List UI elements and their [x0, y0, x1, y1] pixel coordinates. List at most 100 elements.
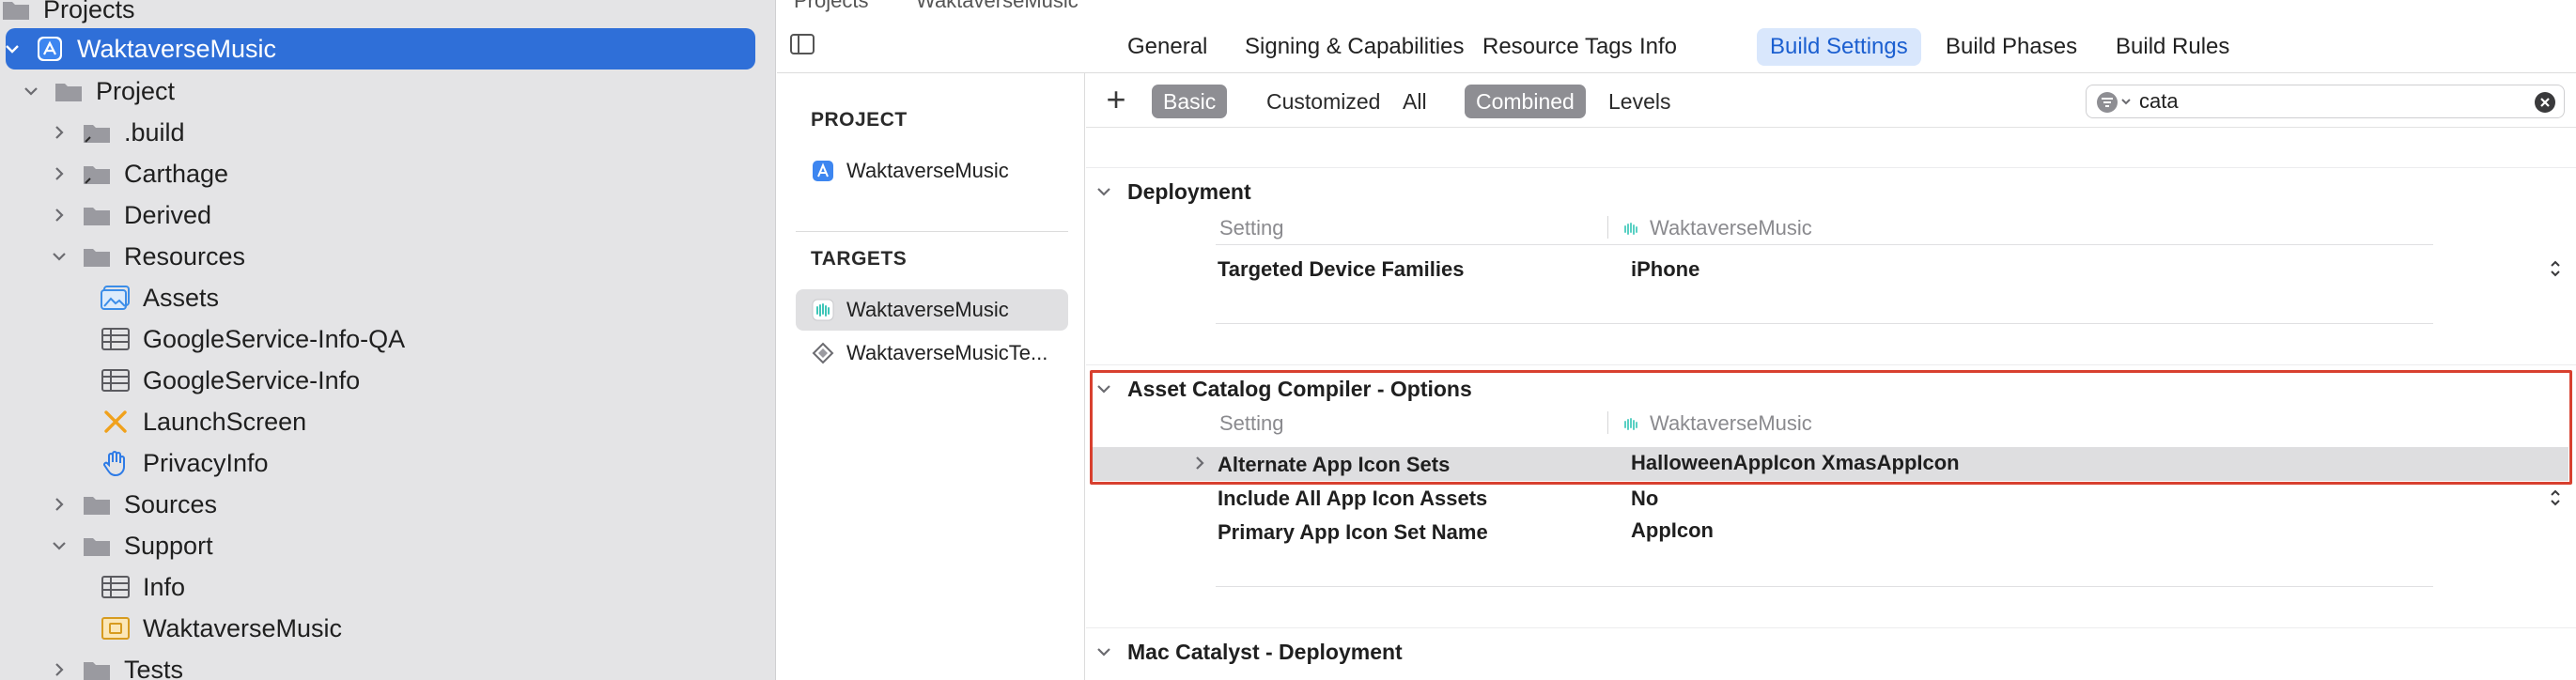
- tab-build-rules[interactable]: Build Rules: [2103, 28, 2242, 66]
- storyboard-icon: [100, 409, 132, 435]
- nav-item-carthage-folder[interactable]: Carthage: [49, 153, 228, 194]
- nav-item-label: Projects: [43, 0, 135, 23]
- popup-stepper-icon[interactable]: [2548, 487, 2563, 509]
- setting-primary-app-icon-set-name[interactable]: Primary App Icon Set Name: [1218, 520, 1488, 545]
- filter-menu-icon[interactable]: [2096, 91, 2134, 118]
- jump-bar-target[interactable]: WaktaverseMusic: [916, 0, 1079, 13]
- nav-item-info-plist[interactable]: Info: [100, 566, 185, 608]
- nav-item-build-folder[interactable]: .build: [49, 112, 185, 153]
- filter-combined-button[interactable]: Combined: [1465, 85, 1586, 118]
- jump-bar: Projects WaktaverseMusic: [777, 0, 2576, 19]
- add-setting-button[interactable]: +: [1097, 81, 1135, 118]
- column-separator: [1607, 216, 1608, 239]
- chevron-down-icon[interactable]: [49, 246, 70, 267]
- nav-item-label: Support: [124, 531, 213, 560]
- nav-item-googleservice-info[interactable]: GoogleService-Info: [100, 360, 360, 401]
- folder-icon: [81, 533, 113, 559]
- tab-general[interactable]: General: [1114, 28, 1220, 66]
- filter-all-button[interactable]: All: [1391, 85, 1438, 118]
- chevron-down-icon[interactable]: [1094, 643, 1114, 660]
- app-target-icon: [1622, 219, 1640, 238]
- nav-item-launchscreen[interactable]: LaunchScreen: [100, 401, 306, 442]
- nav-item-label: Carthage: [124, 159, 229, 188]
- app-target-icon: [811, 298, 835, 322]
- setting-targeted-device-families[interactable]: Targeted Device Families: [1218, 257, 1465, 282]
- chevron-right-icon[interactable]: [49, 494, 70, 515]
- target-item-waktaversemusic[interactable]: WaktaverseMusic: [796, 289, 1068, 331]
- nav-item-support-folder[interactable]: Support: [49, 525, 213, 566]
- tab-build-phases[interactable]: Build Phases: [1932, 28, 2090, 66]
- nav-item-label: LaunchScreen: [143, 407, 307, 436]
- folder-icon: [53, 78, 85, 104]
- chevron-down-icon[interactable]: [21, 81, 41, 101]
- divider: [1216, 244, 2433, 245]
- pane-divider: [796, 231, 1068, 232]
- target-item-label: WaktaverseMusicTe...: [846, 341, 1048, 364]
- chevron-right-icon[interactable]: [49, 205, 70, 225]
- targets-pane: PROJECT WaktaverseMusic TARGETS Waktaver…: [777, 73, 1085, 680]
- chevron-down-icon[interactable]: [2, 39, 23, 59]
- project-item[interactable]: WaktaverseMusic: [796, 150, 1068, 192]
- tab-info[interactable]: Info: [1626, 28, 1690, 66]
- target-item-tests[interactable]: WaktaverseMusicTe...: [796, 332, 1068, 374]
- section-deployment-header[interactable]: Deployment: [1094, 175, 1251, 209]
- editor-tab-bar: General Signing & Capabilities Resource …: [777, 19, 2576, 73]
- filter-customized-button[interactable]: Customized: [1255, 85, 1391, 118]
- nav-item-projects[interactable]: Projects: [0, 0, 135, 30]
- folder-alias-icon: [81, 119, 113, 146]
- nav-item-label: Sources: [124, 489, 218, 518]
- section-mac-catalyst-header[interactable]: Mac Catalyst - Deployment: [1094, 635, 1403, 669]
- nav-item-project-group[interactable]: Project: [21, 70, 175, 112]
- folder-icon: [81, 491, 113, 518]
- chevron-down-icon[interactable]: [49, 535, 70, 556]
- tab-resource-tags[interactable]: Resource Tags: [1469, 28, 1646, 66]
- filter-basic-button[interactable]: Basic: [1152, 85, 1228, 118]
- nav-item-label: Assets: [143, 283, 220, 312]
- tab-signing-capabilities[interactable]: Signing & Capabilities: [1232, 28, 1477, 66]
- column-header-target: WaktaverseMusic: [1622, 216, 1812, 240]
- value-include-all-app-icon-assets[interactable]: No: [1631, 487, 1658, 511]
- chevron-down-icon[interactable]: [1094, 183, 1114, 200]
- nav-item-label: Derived: [124, 200, 212, 229]
- target-item-label: WaktaverseMusic: [846, 298, 1009, 321]
- chevron-right-icon[interactable]: [49, 163, 70, 184]
- chevron-right-icon[interactable]: [49, 122, 70, 143]
- privacy-hand-icon: [100, 450, 132, 476]
- search-field[interactable]: [2086, 85, 2565, 118]
- clear-search-icon[interactable]: [2534, 91, 2556, 118]
- nav-item-resources-folder[interactable]: Resources: [49, 236, 245, 277]
- divider: [1086, 627, 2576, 628]
- column-header-target-label: WaktaverseMusic: [1650, 216, 1812, 240]
- nav-item-sources-folder[interactable]: Sources: [49, 484, 217, 525]
- nav-item-entitlements[interactable]: WaktaverseMusic: [100, 608, 342, 649]
- divider: [1086, 167, 2576, 168]
- nav-item-label: Resources: [124, 241, 246, 270]
- nav-item-assets[interactable]: Assets: [100, 277, 219, 318]
- jump-bar-project[interactable]: Projects: [794, 0, 868, 13]
- tab-build-settings[interactable]: Build Settings: [1757, 28, 1921, 66]
- folder-icon: [81, 657, 113, 680]
- build-settings-filter-bar: + Basic Customized All Combined Levels: [1086, 73, 2576, 128]
- nav-item-waktaversemusic-project[interactable]: WaktaverseMusic: [6, 28, 755, 70]
- entitlements-icon: [100, 615, 132, 641]
- divider: [1216, 586, 2433, 587]
- nav-item-tests-folder[interactable]: Tests: [49, 649, 183, 680]
- nav-item-privacyinfo[interactable]: PrivacyInfo: [100, 442, 269, 484]
- value-primary-app-icon-set-name[interactable]: AppIcon: [1631, 518, 1714, 543]
- app-project-icon: [811, 159, 835, 183]
- divider: [1216, 323, 2433, 324]
- value-targeted-device-families[interactable]: iPhone: [1631, 257, 1699, 282]
- project-editor: Projects WaktaverseMusic General Signing…: [777, 0, 2576, 680]
- nav-item-label: WaktaverseMusic: [77, 34, 277, 63]
- filter-levels-button[interactable]: Levels: [1597, 85, 1682, 118]
- sidebar-toggle-icon[interactable]: [790, 34, 815, 59]
- setting-include-all-app-icon-assets[interactable]: Include All App Icon Assets: [1218, 487, 1487, 511]
- search-input[interactable]: [2139, 89, 2515, 114]
- nav-item-googleservice-info-qa[interactable]: GoogleService-Info-QA: [100, 318, 405, 360]
- nav-item-label: Project: [96, 76, 176, 105]
- section-title: Deployment: [1127, 178, 1251, 204]
- popup-stepper-icon[interactable]: [2548, 257, 2563, 280]
- nav-item-label: WaktaverseMusic: [143, 613, 343, 642]
- nav-item-derived-folder[interactable]: Derived: [49, 194, 211, 236]
- chevron-right-icon[interactable]: [49, 659, 70, 680]
